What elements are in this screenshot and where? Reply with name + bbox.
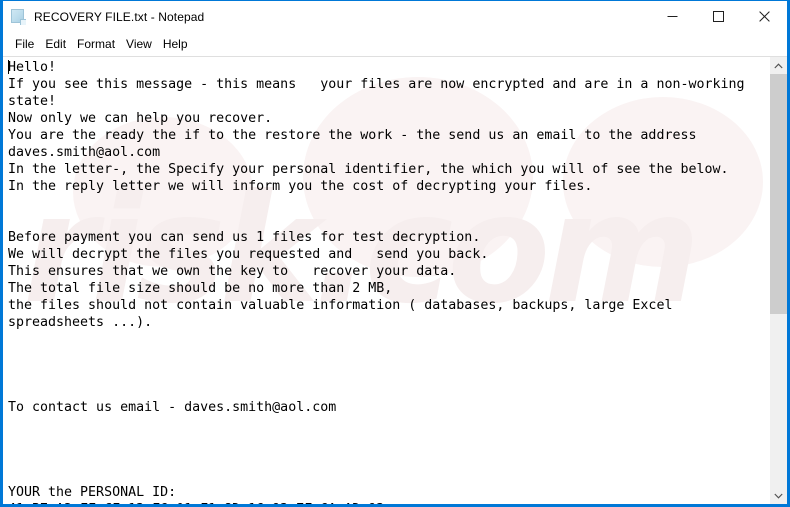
text-document-icon bbox=[10, 8, 27, 25]
window-title: RECOVERY FILE.txt - Notepad bbox=[34, 9, 205, 24]
title-bar-left: RECOVERY FILE.txt - Notepad bbox=[3, 8, 649, 25]
document-text: Hello! If you see this message - this me… bbox=[8, 59, 769, 504]
scroll-down-button[interactable] bbox=[770, 487, 787, 504]
close-icon bbox=[758, 11, 770, 22]
scroll-up-button[interactable] bbox=[770, 57, 787, 74]
title-bar[interactable]: RECOVERY FILE.txt - Notepad bbox=[3, 1, 787, 33]
scroll-up-arrow-icon bbox=[774, 62, 783, 68]
scrollbar-track[interactable] bbox=[770, 74, 787, 487]
menu-item-format[interactable]: Format bbox=[72, 35, 121, 54]
vertical-scrollbar[interactable] bbox=[769, 57, 787, 504]
scrollbar-thumb[interactable] bbox=[770, 74, 787, 314]
menu-item-file[interactable]: File bbox=[10, 35, 40, 54]
menu-item-view[interactable]: View bbox=[121, 35, 158, 54]
menu-bar: File Edit Format View Help bbox=[3, 33, 787, 56]
window-controls bbox=[649, 1, 787, 32]
menu-item-edit[interactable]: Edit bbox=[40, 35, 72, 54]
text-editor[interactable]: risk.com Hello! If you see this message … bbox=[3, 57, 769, 504]
scroll-down-arrow-icon bbox=[774, 493, 783, 499]
maximize-button[interactable] bbox=[695, 1, 741, 32]
editor-area: risk.com Hello! If you see this message … bbox=[3, 56, 787, 504]
maximize-icon bbox=[712, 11, 724, 22]
notepad-window: RECOVERY FILE.txt - Notepad File Edit Fo… bbox=[0, 0, 790, 507]
minimize-button[interactable] bbox=[649, 1, 695, 32]
close-button[interactable] bbox=[741, 1, 787, 32]
document-body: Hello! If you see this message - this me… bbox=[8, 60, 745, 504]
menu-item-help[interactable]: Help bbox=[158, 35, 194, 54]
minimize-icon bbox=[667, 16, 677, 17]
